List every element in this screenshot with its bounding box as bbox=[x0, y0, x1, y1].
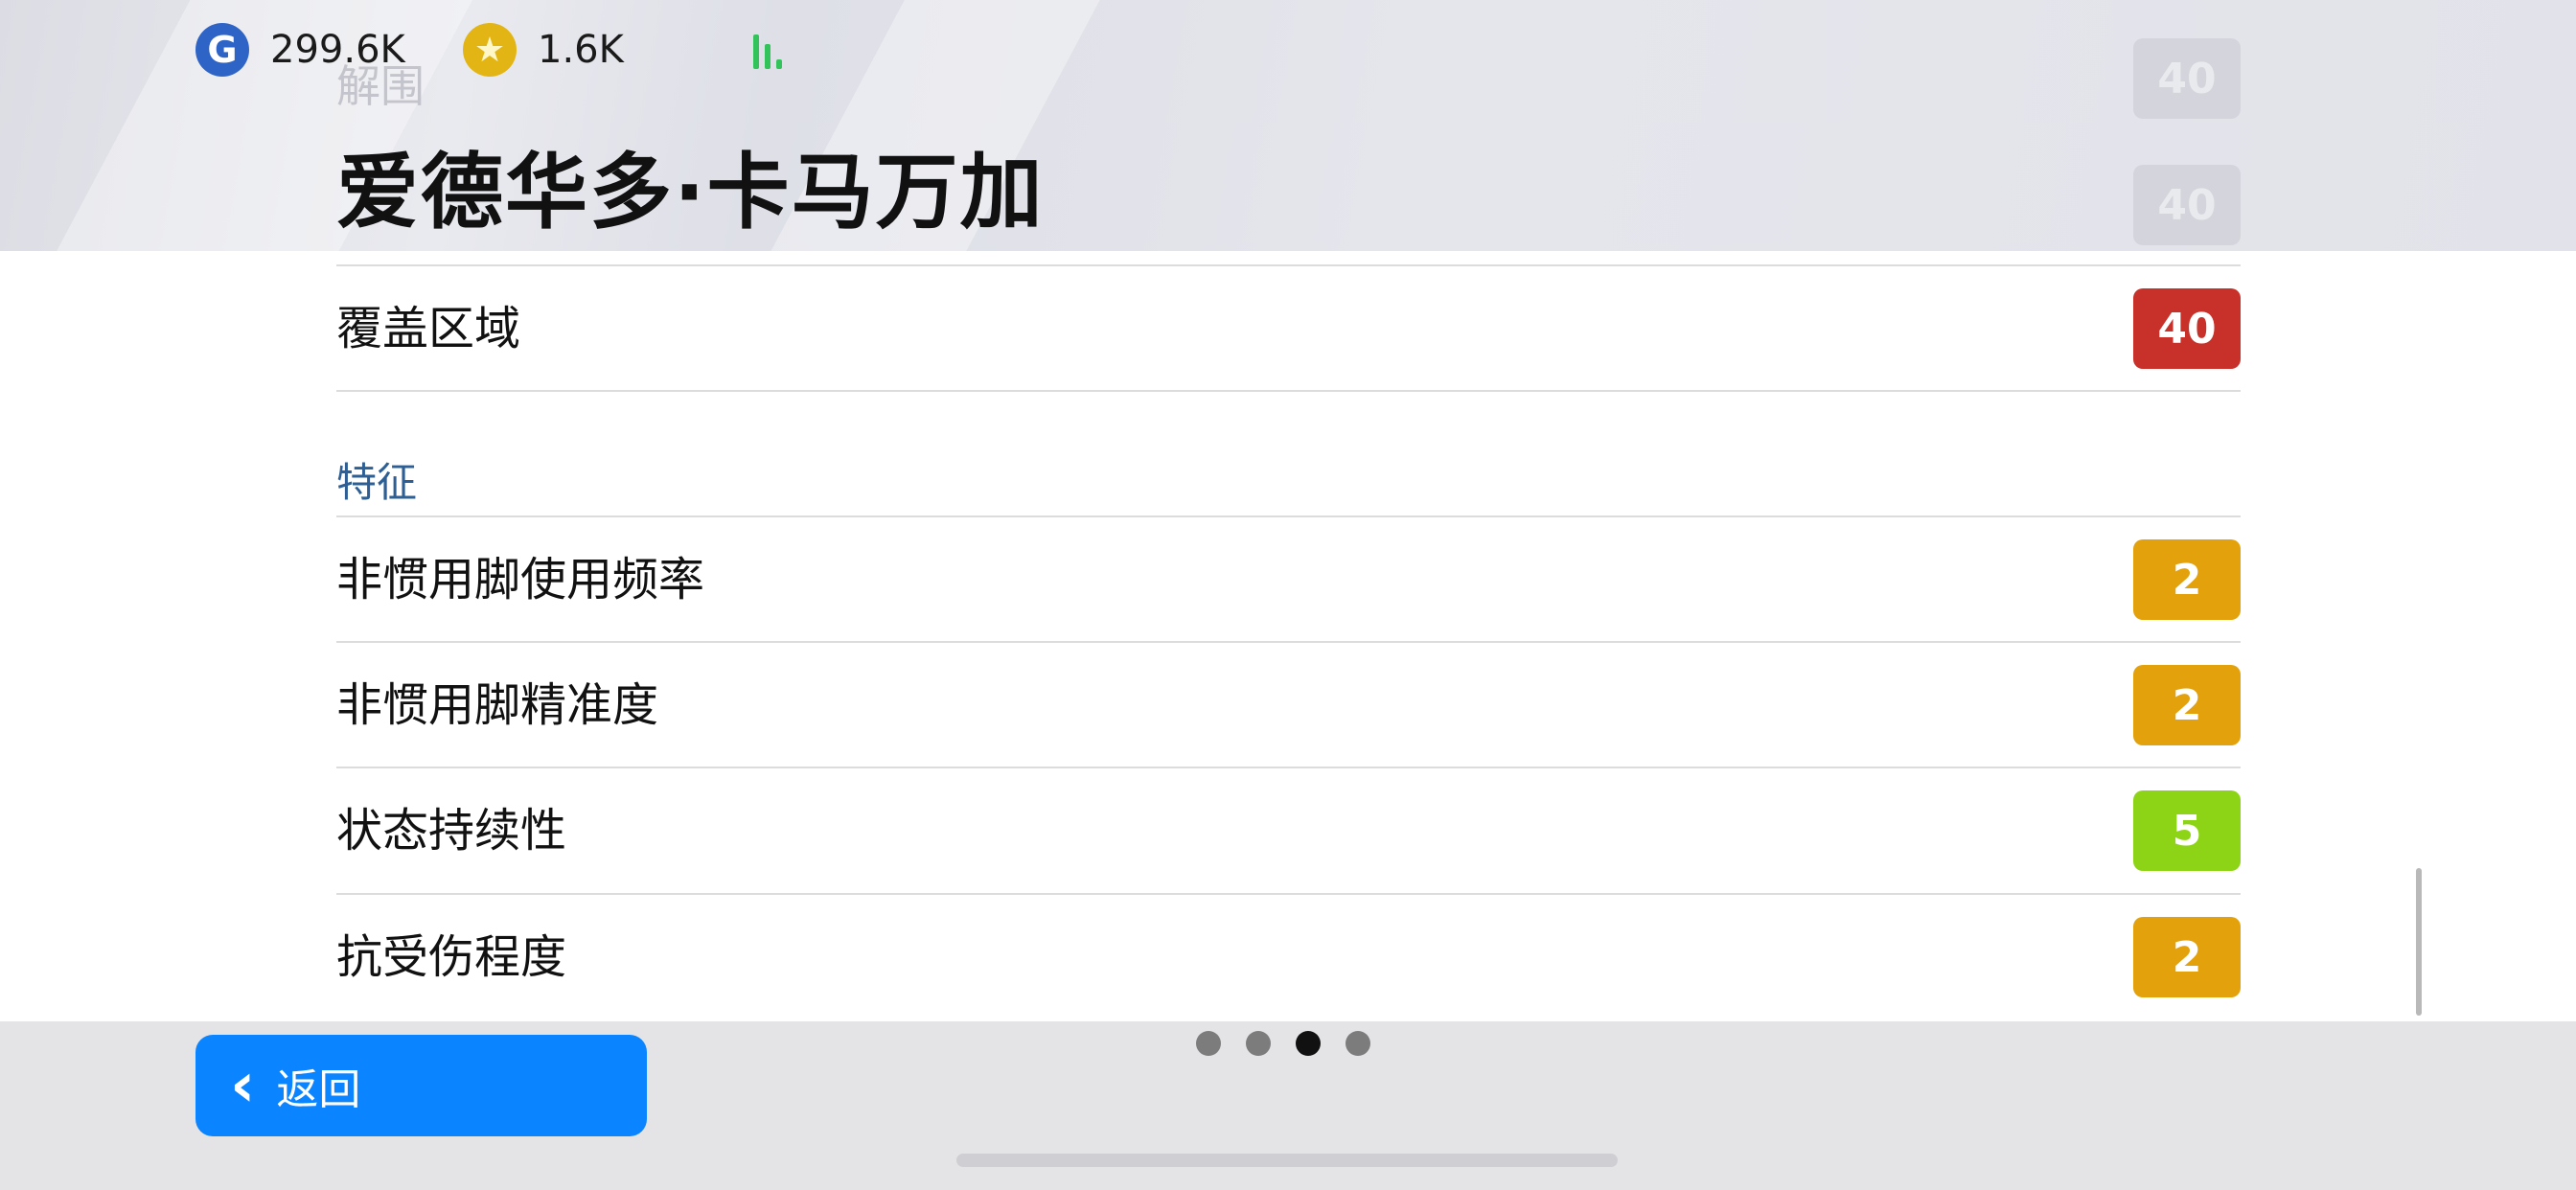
feature-row: 非惯用脚精准度 2 bbox=[336, 643, 2241, 767]
attribute-value-badge: 40 bbox=[2133, 288, 2241, 369]
feature-value-badge: 2 bbox=[2133, 917, 2241, 997]
page-indicator bbox=[1196, 1031, 1395, 1056]
player-name-title: 爱德华多·卡马万加 bbox=[336, 145, 1045, 240]
coin-currency: ★ 1.6K bbox=[463, 23, 624, 77]
feature-row: 抗受伤程度 2 bbox=[336, 895, 2241, 1019]
gp-amount: 299.6K bbox=[270, 28, 405, 72]
coin-amount: 1.6K bbox=[538, 28, 624, 72]
feature-label: 非惯用脚精准度 bbox=[336, 678, 659, 732]
bottom-bar: ‹ 返回 bbox=[0, 1021, 2576, 1190]
divider bbox=[336, 390, 2241, 392]
attribute-label: 覆盖区域 bbox=[336, 302, 521, 355]
signal-bars-icon bbox=[753, 31, 792, 69]
back-button[interactable]: ‹ 返回 bbox=[196, 1035, 647, 1136]
feature-value-badge: 2 bbox=[2133, 539, 2241, 620]
page-dot-2[interactable] bbox=[1246, 1031, 1271, 1056]
chevron-left-icon: ‹ bbox=[230, 1050, 256, 1121]
back-button-label: 返回 bbox=[276, 1065, 361, 1114]
attribute-row-coverage: 覆盖区域 40 bbox=[336, 266, 2241, 391]
feature-label: 状态持续性 bbox=[336, 804, 567, 858]
feature-row: 非惯用脚使用频率 2 bbox=[336, 517, 2241, 642]
feature-value-badge: 2 bbox=[2133, 665, 2241, 745]
section-title-features: 特征 bbox=[336, 459, 418, 506]
scrollbar[interactable] bbox=[2416, 868, 2422, 1016]
feature-label: 非惯用脚使用频率 bbox=[336, 553, 705, 606]
gp-currency: G 299.6K bbox=[196, 23, 405, 77]
top-header: 解围 40 40 G 299.6K ★ 1.6K 爱德华多·卡马万加 bbox=[0, 0, 2576, 251]
g-coin-icon: G bbox=[196, 23, 249, 77]
page-dot-3-active[interactable] bbox=[1296, 1031, 1321, 1056]
feature-label: 抗受伤程度 bbox=[336, 930, 567, 984]
home-indicator[interactable] bbox=[956, 1154, 1618, 1167]
page-dot-4[interactable] bbox=[1346, 1031, 1370, 1056]
feature-value-badge: 5 bbox=[2133, 790, 2241, 871]
page-dot-1[interactable] bbox=[1196, 1031, 1221, 1056]
feature-row: 状态持续性 5 bbox=[336, 768, 2241, 893]
star-coin-icon: ★ bbox=[463, 23, 517, 77]
